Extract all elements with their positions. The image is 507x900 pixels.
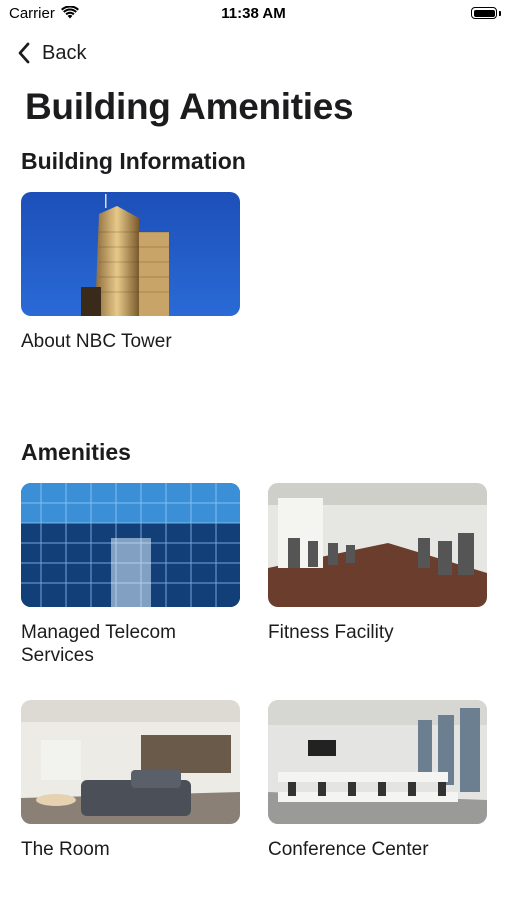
card-label: The Room <box>21 839 110 860</box>
card-fitness-facility[interactable]: Fitness Facility <box>268 483 487 644</box>
conference-room-photo <box>268 700 487 824</box>
gym-photo <box>268 483 487 607</box>
nbc-tower-photo <box>21 192 240 316</box>
back-button[interactable]: Back <box>16 40 86 66</box>
clock: 11:38 AM <box>221 5 286 22</box>
lounge-photo <box>21 700 240 824</box>
back-label: Back <box>42 41 87 64</box>
card-managed-telecom-services[interactable]: Managed Telecom Services <box>21 483 240 667</box>
section-title-building-information: Building Information <box>21 148 246 174</box>
card-label: Fitness Facility <box>268 622 394 643</box>
card-label: Managed Telecom Services <box>21 622 176 666</box>
card-label: About NBC Tower <box>21 331 172 352</box>
battery-cap <box>499 11 501 16</box>
card-the-room[interactable]: The Room <box>21 700 240 861</box>
page-title: Building Amenities <box>25 86 354 127</box>
section-title-amenities: Amenities <box>21 439 131 465</box>
battery-icon <box>471 7 497 19</box>
chevron-left-icon <box>18 42 30 64</box>
card-label: Conference Center <box>268 839 429 860</box>
server-room-photo <box>21 483 240 607</box>
status-bar: Carrier 11:38 AM <box>0 0 507 30</box>
card-conference-center[interactable]: Conference Center <box>268 700 487 861</box>
card-about-nbc-tower[interactable]: About NBC Tower <box>21 192 240 353</box>
